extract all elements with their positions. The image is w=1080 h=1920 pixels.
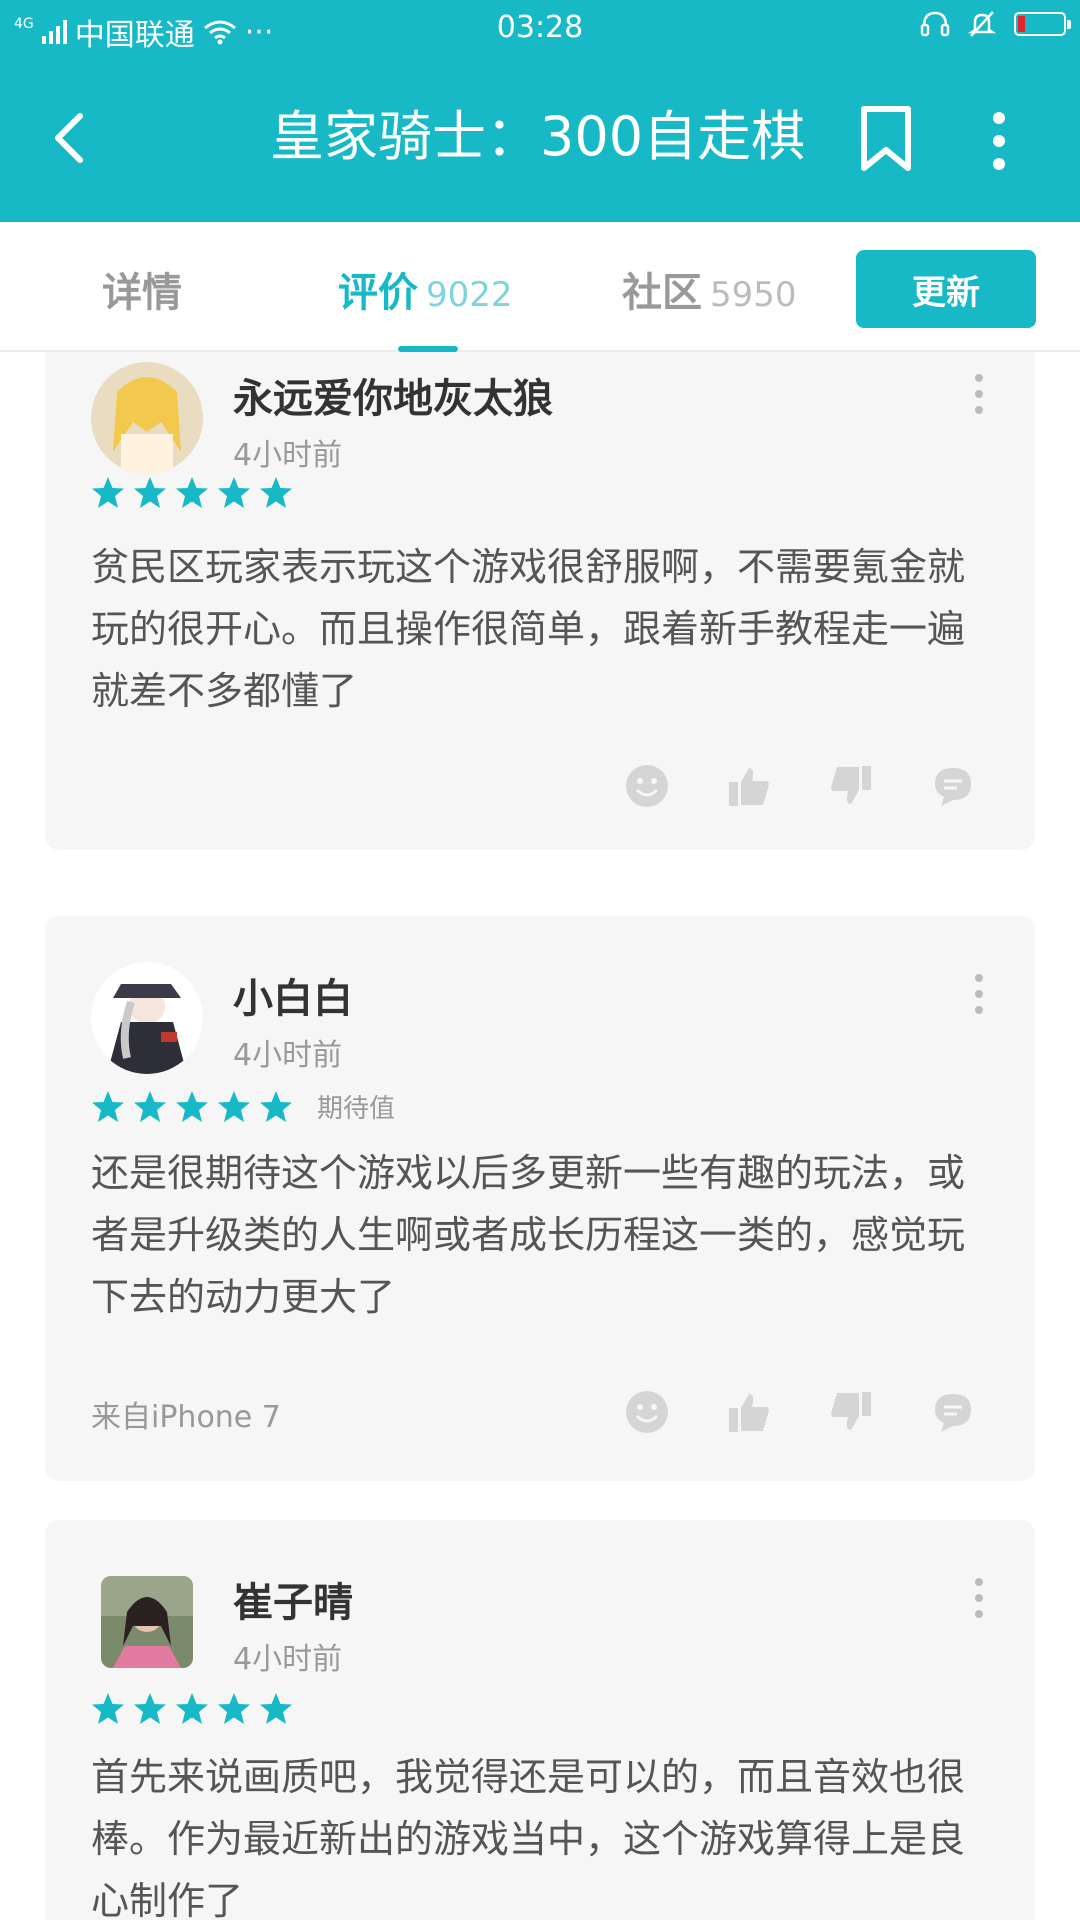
more-vertical-icon[interactable] (976, 108, 1022, 174)
tab-count: 5950 (710, 275, 797, 315)
more-vertical-icon[interactable] (971, 1576, 987, 1620)
star-icon (260, 1090, 292, 1122)
review-list[interactable]: 永远爱你地灰太狼 4小时前 贫民区玩家表示玩这个游戏很舒服啊，不需要氪金就玩的很… (0, 352, 1080, 1920)
review-username[interactable]: 永远爱你地灰太狼 (233, 366, 553, 424)
star-icon (218, 1090, 250, 1122)
tab-reviews[interactable]: 评价 9022 (338, 260, 513, 318)
battery-icon (1014, 12, 1071, 36)
star-icon (260, 477, 292, 508)
tab-label: 详情 (102, 270, 182, 316)
thumbs-down-icon[interactable] (829, 764, 873, 808)
star-icon (134, 1693, 166, 1724)
star-icon (218, 477, 250, 508)
rating-stars (91, 476, 317, 510)
star-icon (218, 1693, 250, 1724)
smile-icon[interactable] (625, 764, 669, 808)
review-time: 4小时前 (233, 1038, 343, 1073)
review-actions (625, 1390, 975, 1434)
review-actions (625, 764, 975, 808)
rating-stars (91, 1692, 317, 1726)
star-icon (176, 477, 208, 508)
comment-icon[interactable] (931, 764, 975, 808)
star-icon (92, 1693, 124, 1724)
tab-label: 评价 (338, 270, 418, 316)
status-time: 03:28 (496, 10, 584, 45)
status-bar: 4G 中国联通 ··· 03:28 (0, 0, 1080, 56)
star-icon (176, 1090, 208, 1122)
page-title: 皇家骑士：300自走棋 (270, 105, 806, 168)
avatar[interactable] (101, 1576, 193, 1668)
tab-label: 社区 (622, 270, 702, 316)
review-card: 崔子晴 4小时前 首先来说画质吧，我觉得还是可以的，而且音效也很棒。作为最近新出… (45, 1520, 1035, 1920)
review-username[interactable]: 崔子晴 (233, 1570, 353, 1628)
smile-icon[interactable] (625, 1390, 669, 1434)
tab-count: 9022 (426, 275, 513, 315)
rating-tag: 期待值 (317, 1094, 396, 1124)
avatar[interactable] (91, 362, 203, 474)
star-icon (176, 1693, 208, 1724)
tab-bar: 详情 评价 9022 社区 5950 更新 (0, 222, 1080, 352)
review-text: 贫民区玩家表示玩这个游戏很舒服啊，不需要氪金就玩的很开心。而且操作很简单，跟着新… (91, 545, 966, 713)
update-button[interactable]: 更新 (856, 250, 1036, 328)
review-username[interactable]: 小白白 (233, 966, 353, 1024)
avatar[interactable] (91, 962, 203, 1074)
back-arrow-icon[interactable] (42, 108, 102, 168)
review-device: 来自iPhone 7 (91, 1400, 281, 1435)
thumbs-up-icon[interactable] (727, 1390, 771, 1434)
thumbs-up-icon[interactable] (727, 764, 771, 808)
review-text: 首先来说画质吧，我觉得还是可以的，而且音效也很棒。作为最近新出的游戏当中，这个游… (91, 1755, 966, 1920)
more-vertical-icon[interactable] (971, 372, 987, 416)
status-right (920, 10, 1071, 38)
star-icon (134, 1090, 166, 1122)
review-card: 永远爱你地灰太狼 4小时前 贫民区玩家表示玩这个游戏很舒服啊，不需要氪金就玩的很… (45, 352, 1035, 850)
star-icon (92, 1090, 124, 1122)
review-time: 4小时前 (233, 1642, 343, 1677)
comment-icon[interactable] (931, 1390, 975, 1434)
review-time: 4小时前 (233, 438, 343, 473)
mute-bell-icon (968, 11, 996, 37)
battery-level (1018, 16, 1025, 32)
star-icon (260, 1693, 292, 1724)
rating-stars: 期待值 (91, 1088, 395, 1125)
thumbs-down-icon[interactable] (829, 1390, 873, 1434)
star-icon (92, 477, 124, 508)
review-card: 小白白 4小时前 期待值 还是很期待这个游戏以后多更新一些有趣的玩法，或者是升级… (45, 916, 1035, 1481)
tab-community[interactable]: 社区 5950 (622, 260, 797, 318)
star-icon (134, 477, 166, 508)
bookmark-icon[interactable] (856, 104, 916, 174)
tab-details[interactable]: 详情 (102, 260, 182, 318)
more-vertical-icon[interactable] (971, 972, 987, 1016)
headset-icon (920, 11, 950, 37)
app-bar: 皇家骑士：300自走棋 (0, 56, 1080, 222)
review-text: 还是很期待这个游戏以后多更新一些有趣的玩法，或者是升级类的人生啊或者成长历程这一… (91, 1151, 966, 1319)
